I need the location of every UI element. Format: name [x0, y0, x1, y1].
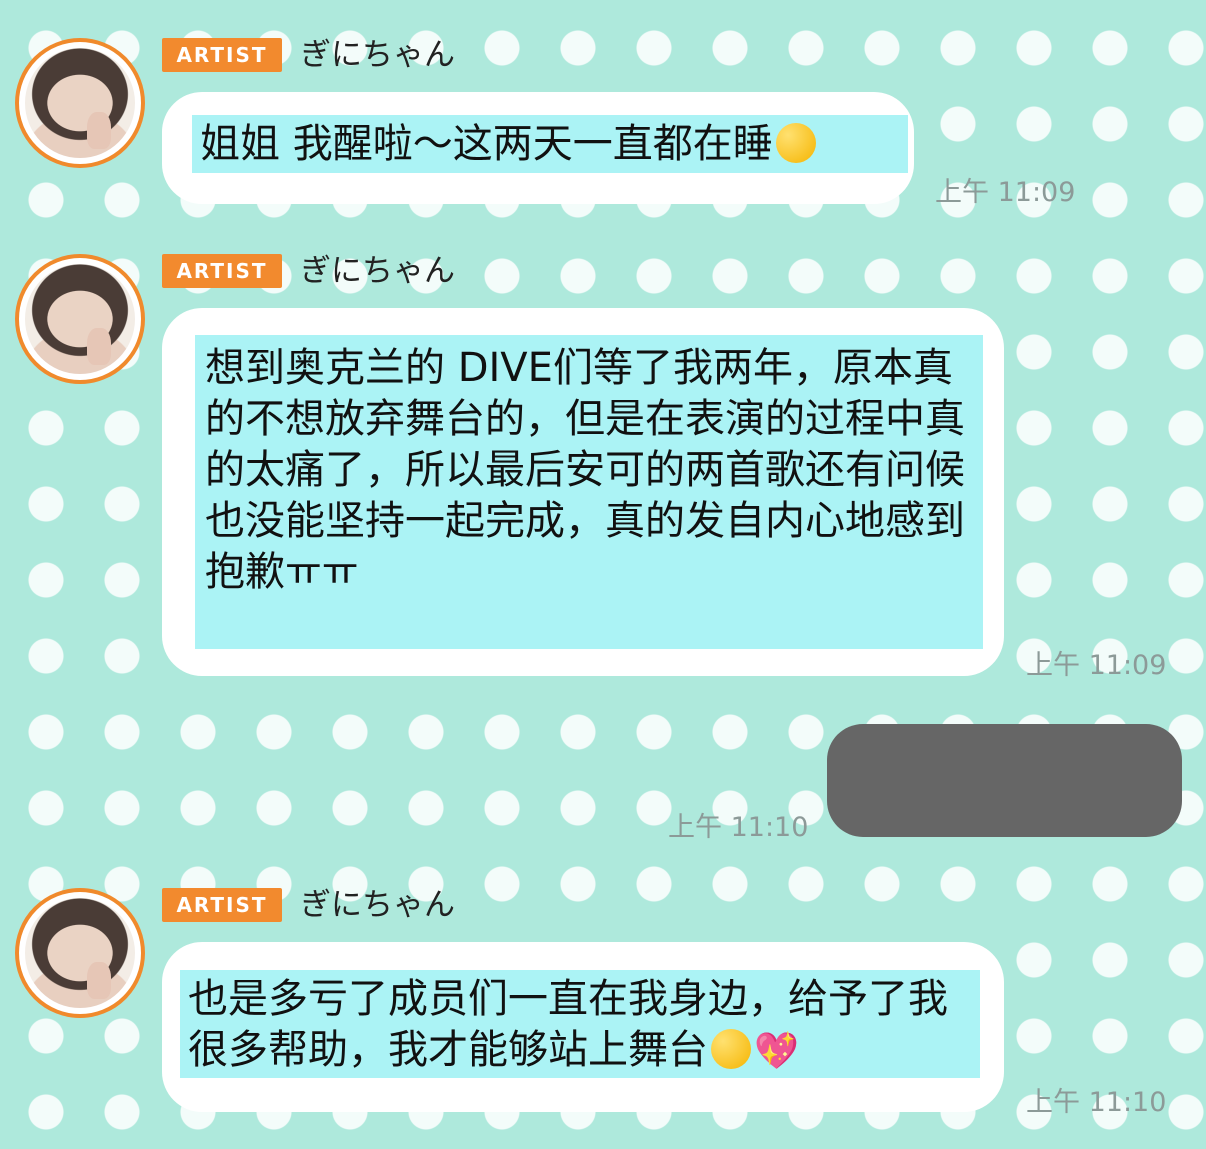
message-text: 想到奥克兰的 DIVE们等了我两年，原本真的不想放弃舞台的，但是在表演的过程中真…: [195, 335, 983, 649]
artist-badge: ARTIST: [162, 38, 282, 72]
redacted-message-bubble[interactable]: [827, 724, 1182, 837]
artist-badge: ARTIST: [162, 254, 282, 288]
chat-screen: { "messages": [ { "badge": "ARTIST", "se…: [0, 0, 1206, 1149]
message-time: 上午 11:10: [668, 812, 809, 843]
artist-badge: ARTIST: [162, 888, 282, 922]
crying-smiling-face-icon: [775, 123, 816, 163]
sender-name[interactable]: ぎにちゃん: [300, 35, 455, 75]
avatar[interactable]: [15, 38, 145, 168]
sender-name[interactable]: ぎにちゃん: [300, 885, 455, 925]
message-text: 也是多亏了成员们一直在我身边，给予了我很多帮助，我才能够站上舞台 💖: [180, 970, 980, 1078]
message-time: 上午 11:09: [1026, 650, 1167, 681]
pleading-face-icon: [711, 1029, 751, 1069]
message-time: 上午 11:09: [935, 177, 1076, 208]
avatar[interactable]: [15, 254, 145, 384]
avatar[interactable]: [15, 888, 145, 1018]
message-time: 上午 11:10: [1026, 1087, 1167, 1118]
sparkling-heart-icon: 💖: [754, 1031, 799, 1072]
sender-name[interactable]: ぎにちゃん: [300, 251, 455, 291]
message-text: 姐姐 我醒啦～这两天一直都在睡: [192, 115, 908, 173]
